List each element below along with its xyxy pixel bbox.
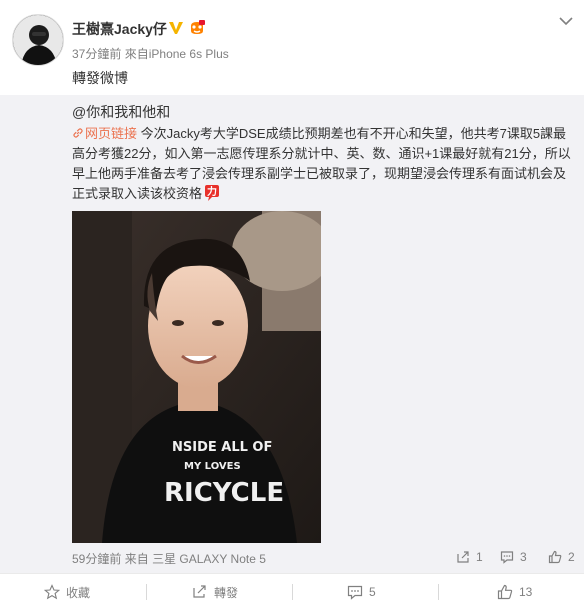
original-time[interactable]: 59分鐘前	[72, 552, 121, 566]
username[interactable]: 王樹熹Jacky仔	[72, 19, 167, 39]
strength-icon: 力	[205, 185, 220, 201]
like-count: 13	[519, 585, 533, 599]
chevron-down-icon[interactable]	[559, 16, 573, 26]
post-header: 王樹熹Jacky仔 37分鐘前 來自iPhone 6s Plus 轉發微博	[0, 0, 584, 95]
original-like-count: 2	[568, 550, 575, 564]
like-button[interactable]: 13	[497, 574, 532, 609]
link-icon	[73, 128, 83, 138]
original-source-prefix: 来自	[124, 552, 149, 566]
post-time[interactable]: 37分鐘前	[72, 47, 121, 61]
svg-text:NSIDE ALL OF: NSIDE ALL OF	[172, 440, 272, 455]
comment-button[interactable]: 5	[347, 574, 376, 609]
verified-v-icon	[169, 22, 183, 34]
repost-icon	[193, 585, 206, 598]
svg-text:MY LOVES: MY LOVES	[184, 461, 241, 472]
original-share-count: 1	[476, 550, 483, 564]
avatar[interactable]	[12, 14, 64, 66]
post-text: 轉發微博	[72, 70, 128, 86]
action-divider	[438, 584, 439, 600]
comment-icon	[500, 551, 514, 564]
favorite-button[interactable]: 收藏	[44, 574, 90, 609]
web-link[interactable]: 网页链接	[72, 126, 137, 141]
post-meta: 37分鐘前 來自iPhone 6s Plus	[72, 45, 229, 62]
repost-label: 轉發	[214, 585, 239, 600]
post-source-prefix: 來自	[124, 47, 149, 61]
web-link-label: 网页链接	[85, 126, 138, 141]
action-divider	[146, 584, 147, 600]
post-source: iPhone 6s Plus	[148, 47, 229, 61]
repost-footer: 59分鐘前 来自 三星 GALAXY Note 5 1 3 2	[72, 550, 576, 568]
original-comment-button[interactable]: 3	[500, 550, 527, 564]
original-share-button[interactable]: 1	[456, 550, 483, 564]
favorite-label: 收藏	[66, 585, 91, 600]
action-divider	[292, 584, 293, 600]
repost-button[interactable]: 轉發	[192, 574, 238, 609]
original-body-text: 今次Jacky考大学DSE成绩比预期差也有不开心和失望，他共考7课取5課最高分考…	[72, 126, 571, 201]
original-source: 三星 GALAXY Note 5	[152, 552, 266, 566]
share-icon	[457, 551, 469, 563]
vip-member-icon[interactable]	[188, 19, 206, 37]
svg-text:RICYCLE: RICYCLE	[164, 478, 284, 508]
thumb-up-icon	[497, 584, 513, 600]
comment-count: 5	[369, 585, 376, 599]
svg-text:力: 力	[207, 185, 217, 198]
post-photo[interactable]: NSIDE ALL OF MY LOVES RICYCLE	[72, 211, 321, 543]
like-icon	[548, 550, 562, 564]
comment-icon	[347, 585, 363, 600]
original-author[interactable]: @你和我和他和	[72, 102, 170, 122]
action-bar: 收藏 轉發 5 13	[0, 573, 584, 609]
weibo-card: 王樹熹Jacky仔 37分鐘前 來自iPhone 6s Plus 轉發微博 @你…	[0, 0, 584, 609]
original-text: 网页链接 今次Jacky考大学DSE成绩比预期差也有不开心和失望，他共考7课取5…	[72, 124, 572, 204]
original-comment-count: 3	[520, 550, 527, 564]
original-like-button[interactable]: 2	[548, 550, 575, 564]
reposted-weibo: @你和我和他和 网页链接 今次Jacky考大学DSE成绩比预期差也有不开心和失望…	[0, 95, 584, 573]
star-icon	[44, 584, 60, 600]
